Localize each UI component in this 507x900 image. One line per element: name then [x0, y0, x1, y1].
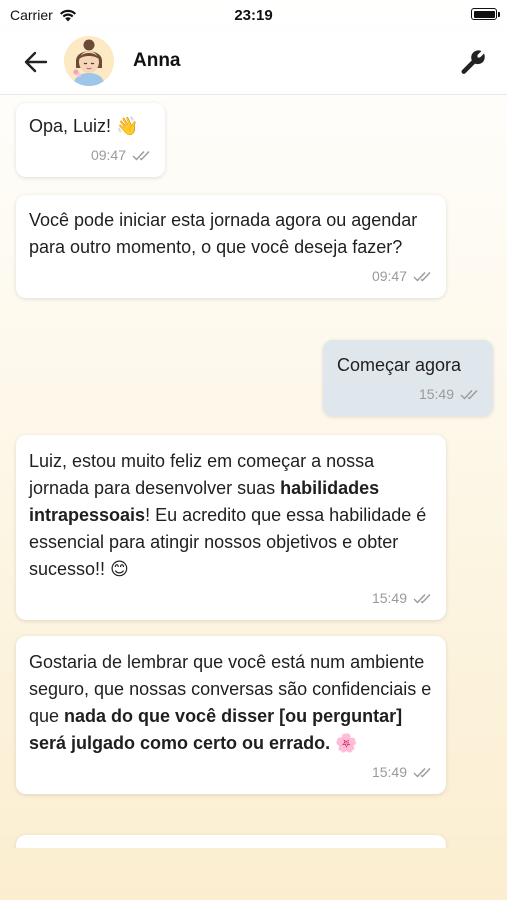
double-check-icon	[413, 768, 431, 778]
double-check-icon	[460, 390, 478, 400]
message-bubble-outgoing: Começar agora 15:49	[323, 340, 493, 416]
message-bubble-partial	[16, 835, 446, 848]
back-button[interactable]	[22, 48, 50, 76]
message-time: 15:49	[418, 386, 454, 402]
contact-name: Anna	[133, 50, 181, 71]
message-text: Você pode iniciar esta jornada agora ou …	[29, 210, 418, 257]
smiling-face-emoji: 😊	[110, 559, 129, 579]
status-left: Carrier	[0, 7, 77, 23]
message-bubble-incoming: Opa, Luiz! 👋 09:47	[16, 103, 165, 177]
message-meta: 15:49	[29, 759, 433, 786]
chat-header: Anna	[0, 30, 507, 95]
wifi-icon	[59, 9, 76, 21]
message-meta: 15:49	[337, 381, 480, 408]
message-text: Começar agora	[337, 355, 462, 375]
double-check-icon	[132, 151, 150, 161]
chat-messages[interactable]: Opa, Luiz! 👋 09:47 Você pode iniciar est…	[0, 95, 507, 848]
message-time: 15:49	[371, 764, 407, 780]
double-check-icon	[413, 594, 431, 604]
message-meta: 09:47	[29, 142, 152, 169]
message-text: Gostaria de lembrar que você está num am…	[29, 652, 432, 753]
wrench-icon	[461, 50, 485, 74]
message-bubble-incoming: Gostaria de lembrar que você está num am…	[16, 636, 446, 794]
message-bubble-incoming: Você pode iniciar esta jornada agora ou …	[16, 195, 446, 298]
status-bar: Carrier 23:19	[0, 0, 507, 30]
flower-emoji: 🌸	[335, 733, 358, 753]
message-text: Opa, Luiz! 👋	[29, 116, 139, 136]
arrow-left-icon	[24, 51, 48, 73]
message-time: 15:49	[371, 590, 407, 606]
message-time: 09:47	[371, 268, 407, 284]
message-meta: 15:49	[29, 585, 433, 612]
double-check-icon	[413, 272, 431, 282]
avatar[interactable]	[64, 36, 114, 86]
waving-hand-emoji: 👋	[116, 116, 139, 136]
message-text: Luiz, estou muito feliz em começar a nos…	[29, 451, 427, 579]
settings-button[interactable]	[457, 46, 489, 78]
message-time: 09:47	[90, 147, 126, 163]
carrier-label: Carrier	[10, 7, 53, 23]
assistant-avatar-icon	[64, 36, 114, 86]
message-bubble-incoming: Luiz, estou muito feliz em começar a nos…	[16, 435, 446, 620]
message-meta: 09:47	[29, 263, 433, 290]
battery-icon	[471, 8, 500, 20]
